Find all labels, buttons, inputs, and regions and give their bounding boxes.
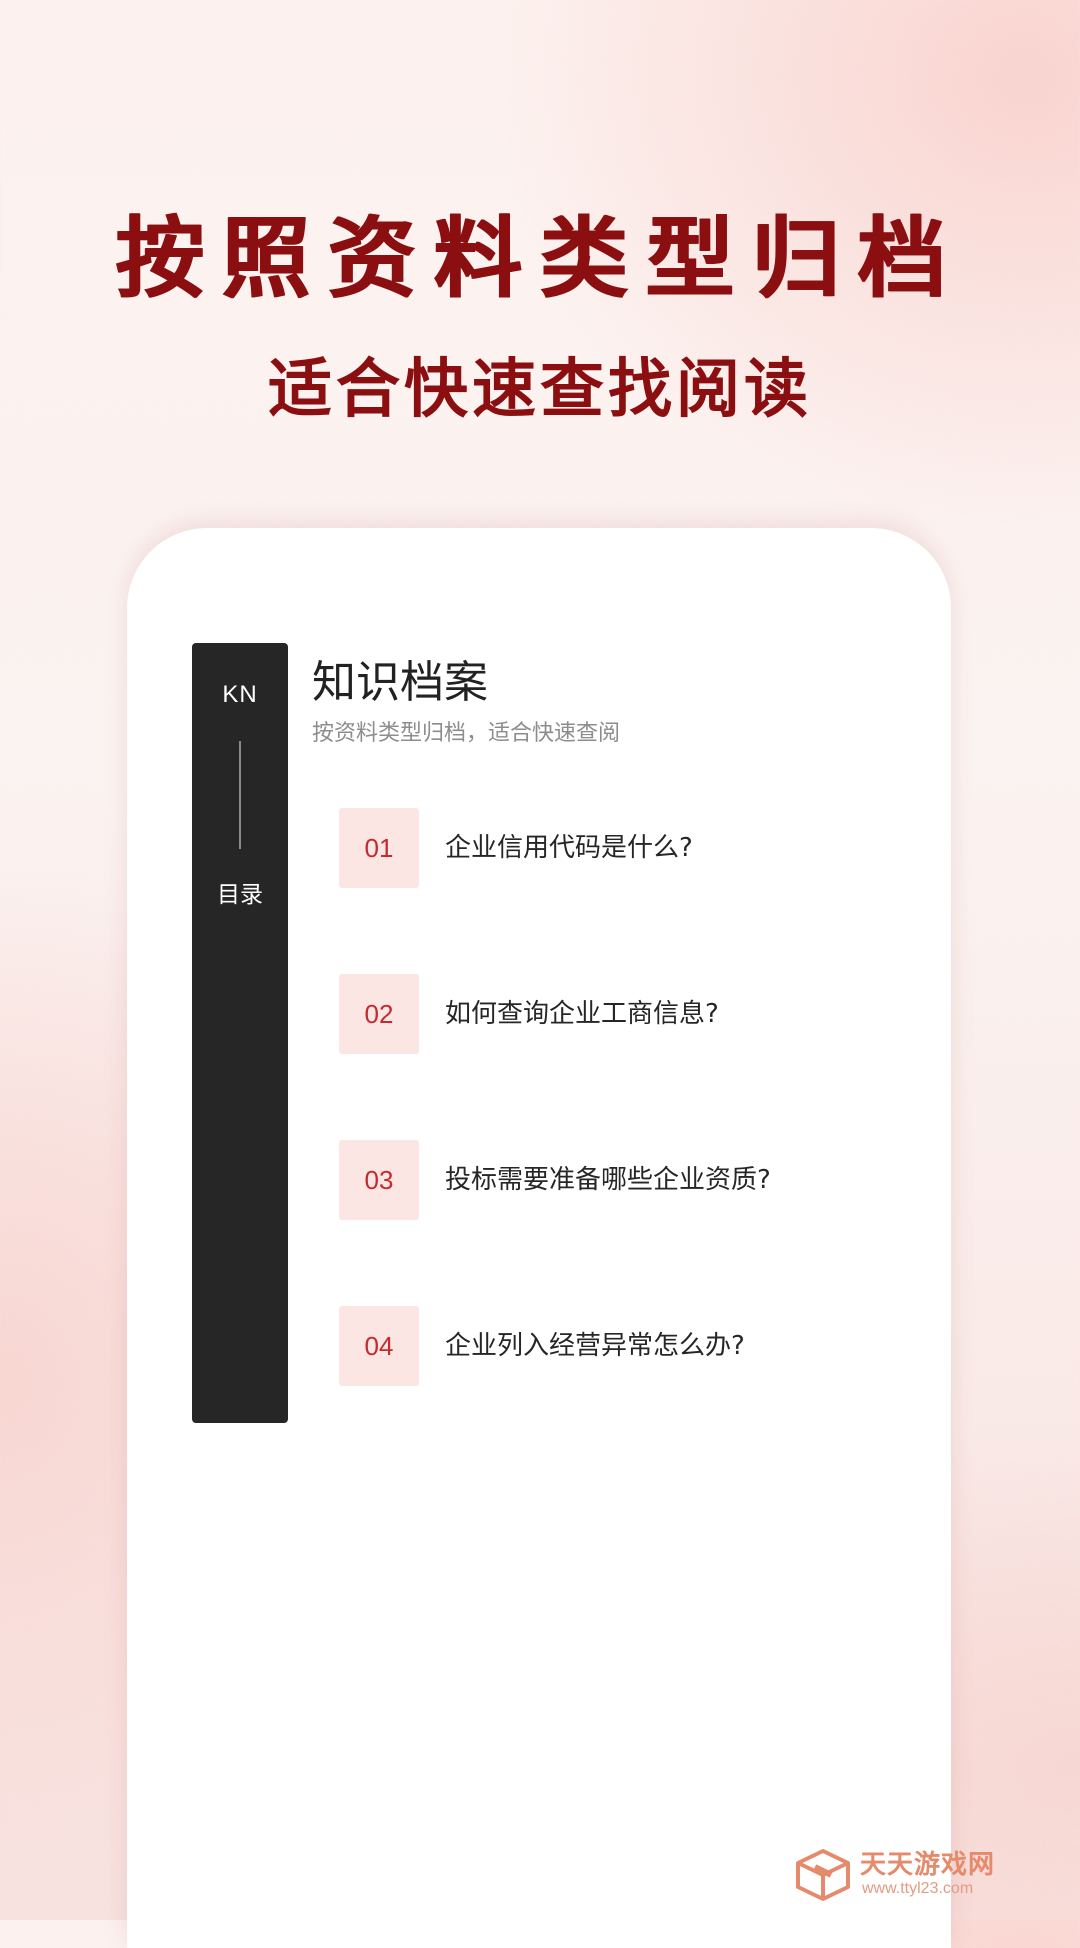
toc-title: 企业信用代码是什么? <box>445 833 693 863</box>
cube-logo-icon <box>796 1849 850 1901</box>
toc-title: 企业列入经营异常怎么办? <box>445 1331 745 1361</box>
toc-number: 04 <box>339 1306 419 1386</box>
subheadline: 适合快速查找阅读 <box>268 353 812 427</box>
headline: 按照资料类型归档 <box>115 207 964 310</box>
toc-number: 01 <box>339 808 419 888</box>
side-tab[interactable]: KN 目录 <box>192 643 288 1423</box>
toc-item-02[interactable]: 02 如何查询企业工商信息? <box>339 974 899 1054</box>
side-tab-divider <box>239 741 241 849</box>
watermark-url: www.ttyl23.com <box>862 1880 974 1897</box>
watermark: 天天游戏网 www.ttyl23.com <box>794 1842 1030 1902</box>
toc-title: 如何查询企业工商信息? <box>445 999 719 1029</box>
watermark-name: 天天游戏网 <box>860 1850 996 1880</box>
toc-title: 投标需要准备哪些企业资质? <box>445 1165 771 1195</box>
toc-item-03[interactable]: 03 投标需要准备哪些企业资质? <box>339 1140 899 1220</box>
phone-card: KN 目录 知识档案 按资料类型归档，适合快速查阅 01 企业信用代码是什么? … <box>127 528 951 1948</box>
toc-number: 02 <box>339 974 419 1054</box>
side-tab-label: 目录 <box>217 882 263 908</box>
card-subtitle: 按资料类型归档，适合快速查阅 <box>312 721 621 746</box>
toc-number: 03 <box>339 1140 419 1220</box>
card-title: 知识档案 <box>312 657 488 708</box>
toc-item-01[interactable]: 01 企业信用代码是什么? <box>339 808 899 888</box>
toc-item-04[interactable]: 04 企业列入经营异常怎么办? <box>339 1306 899 1386</box>
side-tab-badge: KN <box>222 681 258 708</box>
